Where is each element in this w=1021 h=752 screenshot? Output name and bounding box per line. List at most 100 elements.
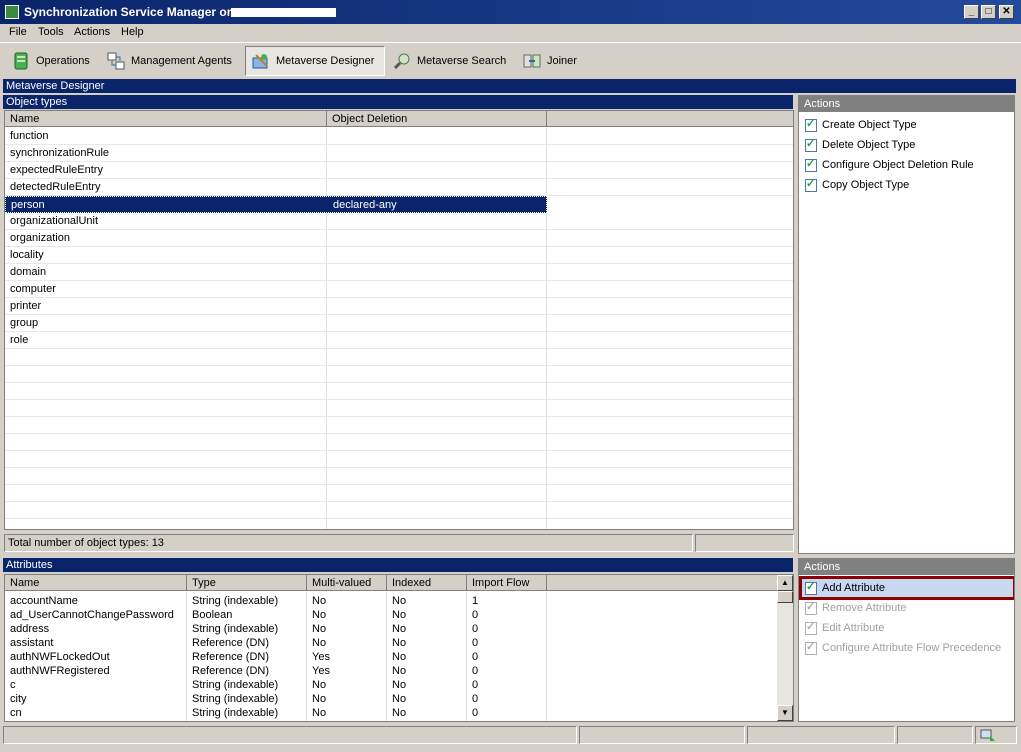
- attr-column-empty: [547, 575, 777, 591]
- joiner-icon: [523, 52, 541, 70]
- scroll-thumb[interactable]: [777, 591, 793, 603]
- checklist-icon: [805, 580, 817, 595]
- status-panel-right: [695, 534, 794, 552]
- remove-attribute-action[interactable]: Remove Attribute: [805, 599, 906, 617]
- attr-indexed: No: [392, 707, 407, 719]
- object-type-row[interactable]: synchronizationRule: [5, 145, 793, 162]
- object-type-row[interactable]: person declared-any: [5, 196, 547, 213]
- attr-column-multi-valued[interactable]: Multi-valued: [307, 575, 387, 591]
- configure-object-deletion-rule-action[interactable]: Configure Object Deletion Rule: [805, 156, 974, 174]
- operations-button[interactable]: Operations: [6, 46, 98, 76]
- maximize-button[interactable]: □: [981, 5, 996, 19]
- attr-multi-valued: No: [312, 693, 327, 705]
- attr-column-indexed[interactable]: Indexed: [387, 575, 467, 591]
- attribute-row[interactable]: c String (indexable) No No 0: [5, 678, 777, 692]
- object-type-row[interactable]: organizationalUnit: [5, 213, 793, 230]
- create-object-type-action[interactable]: Create Object Type: [805, 116, 917, 134]
- attribute-row[interactable]: assistant Reference (DN) No No 0: [5, 636, 777, 650]
- attr-type: String (indexable): [192, 679, 279, 691]
- attr-column-name[interactable]: Name: [5, 575, 187, 591]
- object-type-name: printer: [10, 300, 42, 312]
- attribute-row[interactable]: accountName String (indexable) No No 1: [5, 594, 777, 608]
- column-header-name[interactable]: Name: [5, 111, 327, 127]
- scroll-down-icon[interactable]: ▼: [777, 705, 793, 721]
- menu-tools[interactable]: Tools: [38, 26, 64, 38]
- attr-import-flow: 0: [472, 651, 479, 663]
- delete-object-type-action[interactable]: Delete Object Type: [805, 136, 915, 154]
- attr-indexed: No: [392, 679, 407, 691]
- attribute-actions-panel: Actions Add Attribute Remove Attribute Edi…: [798, 558, 1015, 722]
- attr-type: Reference (DN): [192, 637, 270, 649]
- attribute-row[interactable]: authNWFLockedOut Reference (DN) Yes No 0: [5, 650, 777, 664]
- attr-type: Boolean: [192, 609, 233, 621]
- object-deletion-value: [327, 162, 545, 179]
- object-deletion-value: [327, 145, 545, 162]
- object-type-row[interactable]: detectedRuleEntry: [5, 179, 793, 196]
- configure-attribute-flow-precedence-action[interactable]: Configure Attribute Flow Precedence: [805, 639, 1001, 657]
- joiner-button[interactable]: Joiner: [517, 46, 587, 76]
- column-header-object-deletion[interactable]: Object Deletion: [327, 111, 547, 127]
- attr-multi-valued: No: [312, 595, 327, 607]
- object-type-row[interactable]: locality: [5, 247, 793, 264]
- operations-label: Operations: [36, 55, 90, 67]
- object-type-row[interactable]: organization: [5, 230, 793, 247]
- object-type-row: [5, 417, 793, 434]
- object-type-name: expectedRuleEntry: [10, 164, 103, 176]
- object-type-name: synchronizationRule: [10, 147, 110, 159]
- object-type-name: locality: [10, 249, 44, 261]
- object-deletion-value: [327, 179, 545, 196]
- checklist-icon: [805, 157, 817, 172]
- object-types-grid[interactable]: Name Object Deletion function synchroniza…: [4, 110, 794, 530]
- object-type-name: function: [10, 130, 49, 142]
- checklist-icon: [805, 137, 817, 152]
- add-attribute-action[interactable]: Add Attribute: [799, 576, 1014, 600]
- object-type-name: organizationalUnit: [10, 215, 99, 227]
- attribute-row[interactable]: city String (indexable) No No 0: [5, 692, 777, 706]
- object-action-label: Configure Object Deletion Rule: [822, 159, 974, 171]
- object-type-row[interactable]: function: [5, 128, 793, 145]
- attributes-scrollbar[interactable]: ▲ ▼: [777, 575, 793, 721]
- attribute-action-label: Remove Attribute: [822, 602, 907, 614]
- object-type-row[interactable]: expectedRuleEntry: [5, 162, 793, 179]
- object-type-row[interactable]: group: [5, 315, 793, 332]
- menu-help[interactable]: Help: [121, 26, 144, 38]
- attr-type: Reference (DN): [192, 651, 270, 663]
- attribute-row[interactable]: cn String (indexable) No No 0: [5, 706, 777, 720]
- object-type-row: [5, 451, 793, 468]
- menu-actions[interactable]: Actions: [74, 26, 110, 38]
- menu-file[interactable]: File: [9, 26, 27, 38]
- attribute-action-label: Add Attribute: [822, 582, 885, 594]
- attr-column-import-flow[interactable]: Import Flow: [467, 575, 547, 591]
- attr-type: String (indexable): [192, 623, 279, 635]
- attr-indexed: No: [392, 665, 407, 677]
- object-type-row[interactable]: role: [5, 332, 793, 349]
- edit-attribute-action[interactable]: Edit Attribute: [805, 619, 884, 637]
- column-header-empty: [547, 111, 793, 127]
- copy-object-type-action[interactable]: Copy Object Type: [805, 176, 909, 194]
- attr-name: assistant: [10, 637, 54, 649]
- attributes-grid[interactable]: Name Type Multi-valued Indexed Import Fl…: [4, 574, 794, 722]
- attr-indexed: No: [392, 651, 407, 663]
- object-deletion-value: [327, 315, 545, 332]
- attr-column-type[interactable]: Type: [187, 575, 307, 591]
- management-agents-label: Management Agents: [131, 55, 232, 67]
- metaverse-designer-button[interactable]: Metaverse Designer: [245, 46, 385, 76]
- minimize-button[interactable]: _: [964, 5, 979, 19]
- attr-indexed: No: [392, 623, 407, 635]
- management-agents-button[interactable]: Management Agents: [101, 46, 239, 76]
- attribute-row[interactable]: address String (indexable) No No 0: [5, 622, 777, 636]
- attr-import-flow: 1: [472, 595, 479, 607]
- metaverse-designer-header: Metaverse Designer: [3, 79, 1016, 93]
- object-type-row: [5, 349, 793, 366]
- attribute-row[interactable]: ad_UserCannotChangePassword Boolean No No 0: [5, 608, 777, 622]
- checklist-icon: [805, 640, 817, 655]
- object-type-row[interactable]: domain: [5, 264, 793, 281]
- object-type-row[interactable]: computer: [5, 281, 793, 298]
- attr-indexed: No: [392, 595, 407, 607]
- joiner-label: Joiner: [547, 55, 577, 67]
- scroll-up-icon[interactable]: ▲: [777, 575, 793, 591]
- attribute-row[interactable]: authNWFRegistered Reference (DN) Yes No 0: [5, 664, 777, 678]
- metaverse-search-button[interactable]: Metaverse Search: [387, 46, 511, 76]
- object-type-row[interactable]: printer: [5, 298, 793, 315]
- close-button[interactable]: ✕: [999, 5, 1014, 19]
